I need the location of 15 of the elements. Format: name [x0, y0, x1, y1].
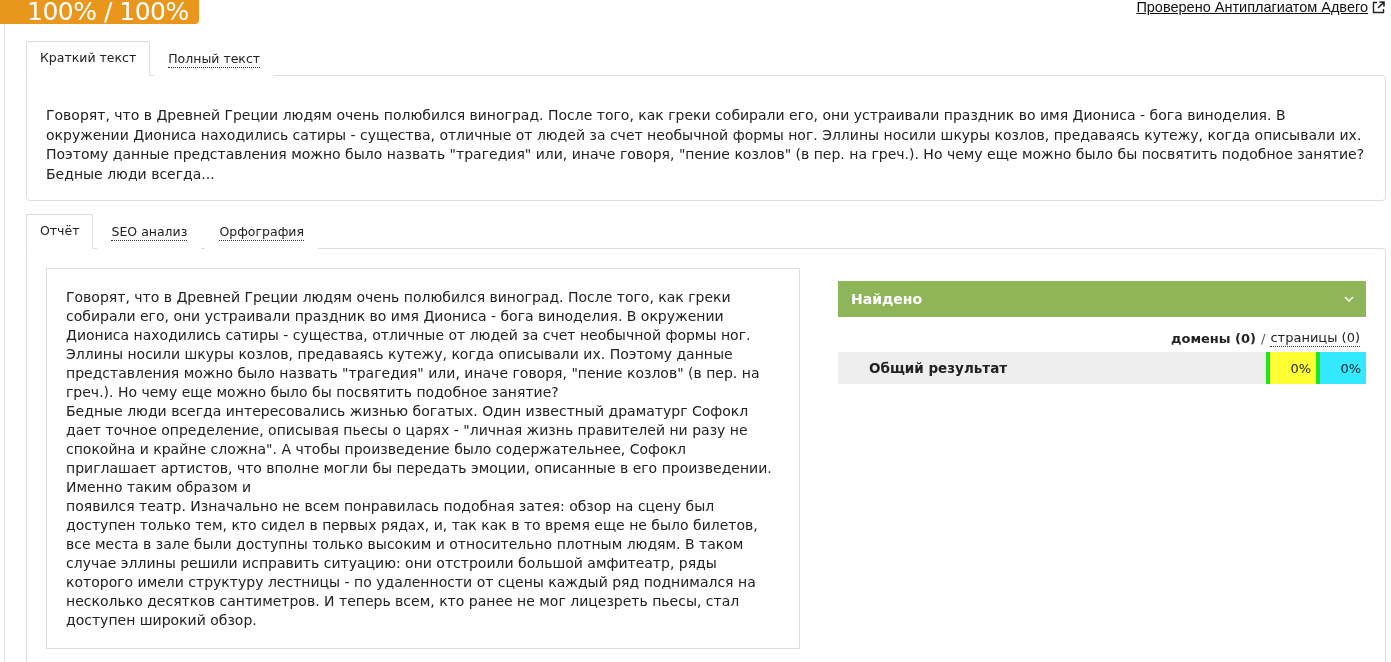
- report-paragraph: Говорят, что в Древней Греции людям очень полюбился виноград. После того, как греки собирали его, они устраивали праздник во имя Диониса - бога виноделия. В окружении Диониса находились сатиры - существа, отличные от людей за счет необычной формы ног. Эллины носили шкуры козлов, предаваясь кутежу, когда описывали их. Поэтому данные представления можно было назвать "трагедия" или, иначе говоря, "пение козлов" (в пер. на греч.). Но чему еще можно было бы посвятить подобное занятие?: [66, 288, 761, 403]
- score-badge: 100% / 100%: [0, 0, 199, 24]
- separator: /: [1261, 331, 1266, 347]
- verified-link[interactable]: Проверено Антиплагиатом Адвего: [1136, 0, 1368, 14]
- result-percent: 0%: [1316, 352, 1366, 385]
- view-mode-link[interactable]: страницы (0): [1270, 330, 1360, 348]
- result-label: Общий результат: [868, 359, 1009, 379]
- tab[interactable]: Отчёт: [26, 214, 94, 250]
- tab[interactable]: Краткий текст: [26, 41, 151, 76]
- result-percent: 0%: [1266, 352, 1316, 385]
- view-mode-link[interactable]: домены (0): [1171, 330, 1257, 347]
- short-text: Говорят, что в Древней Греции людям очень полюбился виноград. После того, как греки собирали его, они устраивали праздник во имя Диониса - бога виноделия. В окружении Диониса находились сатиры - существа, отличные от людей за счет необычной формы ног. Эллины носили шкуры козлов, предаваясь кутежу, когда описывали их. Поэтому данные представления можно было назвать "трагедия" или, иначе говоря, "пение козлов" (в пер. на греч.). Но чему еще можно было бы посвятить подобное занятие? Бедные люди всегда...: [46, 106, 1366, 184]
- external-link-icon[interactable]: [1372, 0, 1385, 14]
- chevron-down-icon: [1344, 296, 1354, 303]
- report-paragraph: появился театр. Изначально не всем понравилась подобная затея: обзор на сцену был доступен только тем, кто сидел в первых рядах, и, так как в то время еще не было билетов, все места в зале были доступны только высоким и относительно плотным людям. В таком случае эллины решили исправить ситуацию: они отстроили большой амфитеатр, ряды которого имели структуру лестницы - по удаленности от сцены каждый ряд поднимался на несколько десятков сантиметров. И теперь всем, кто ранее не мог лицезреть пьесы, стал доступен широкий обзор.: [66, 497, 759, 631]
